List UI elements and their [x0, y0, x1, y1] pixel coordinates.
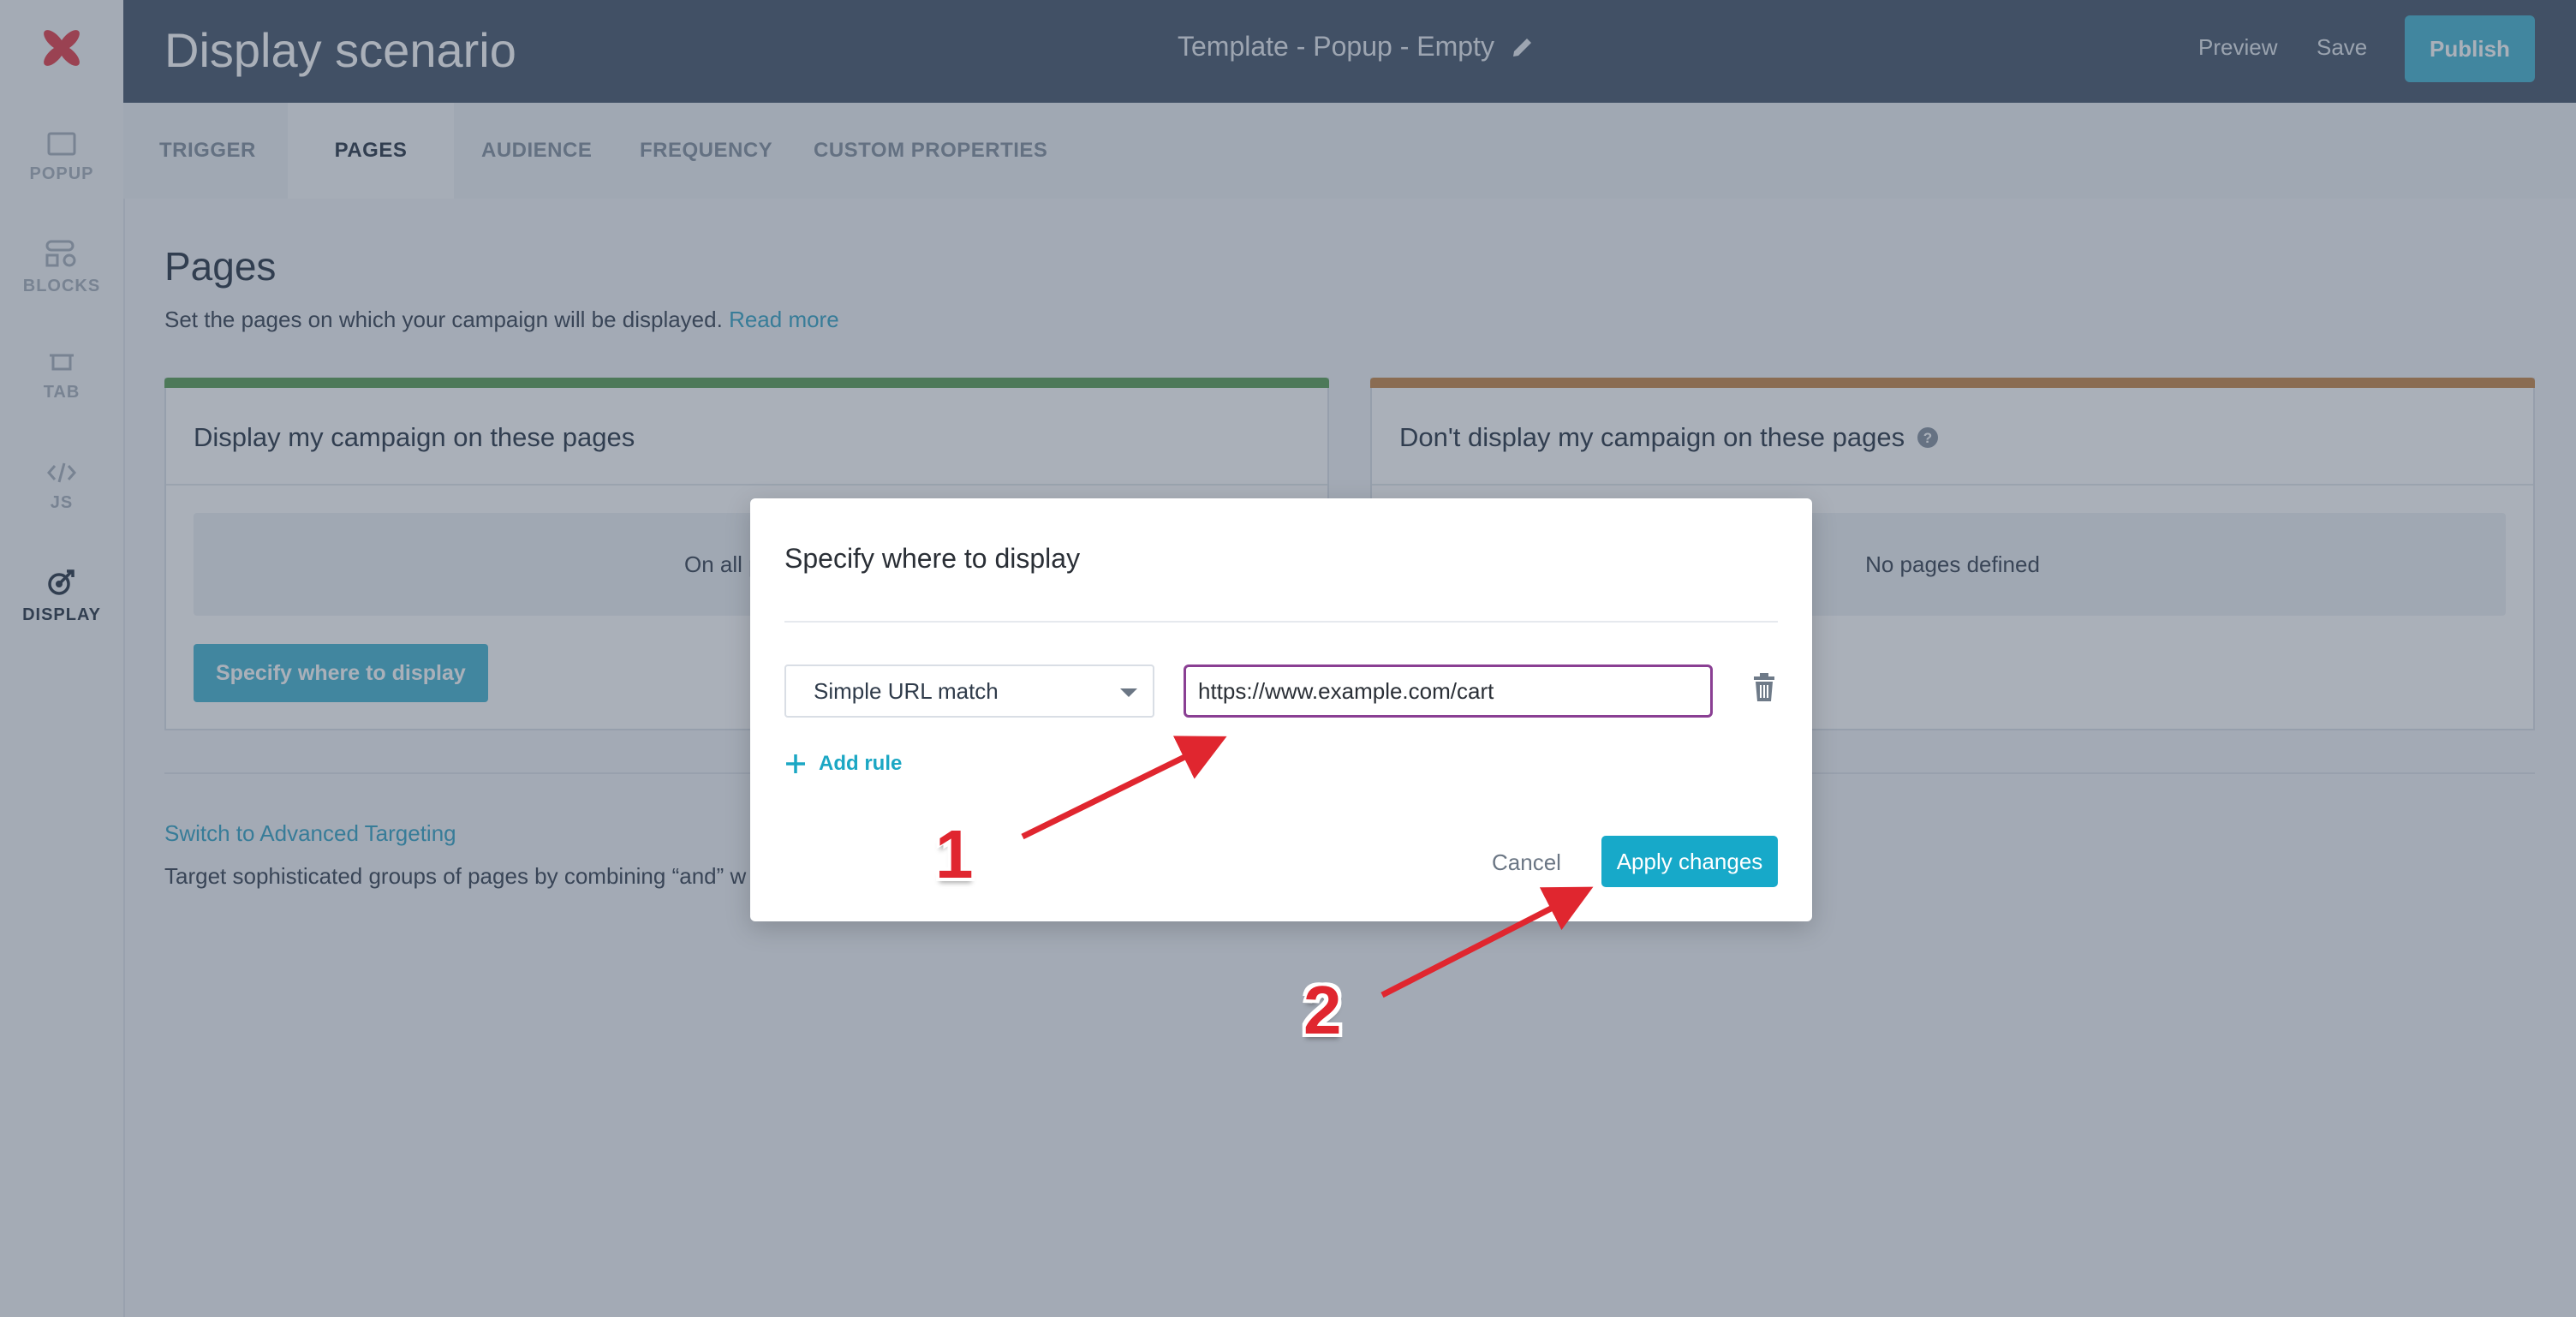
annotation-step-1: 1 [935, 816, 974, 892]
annotation-step-2: 2 [1303, 972, 1342, 1048]
annotation-arrow-2 [1380, 886, 1594, 998]
annotation-layer [1021, 736, 1594, 998]
annotation-arrow-1 [1021, 736, 1227, 840]
